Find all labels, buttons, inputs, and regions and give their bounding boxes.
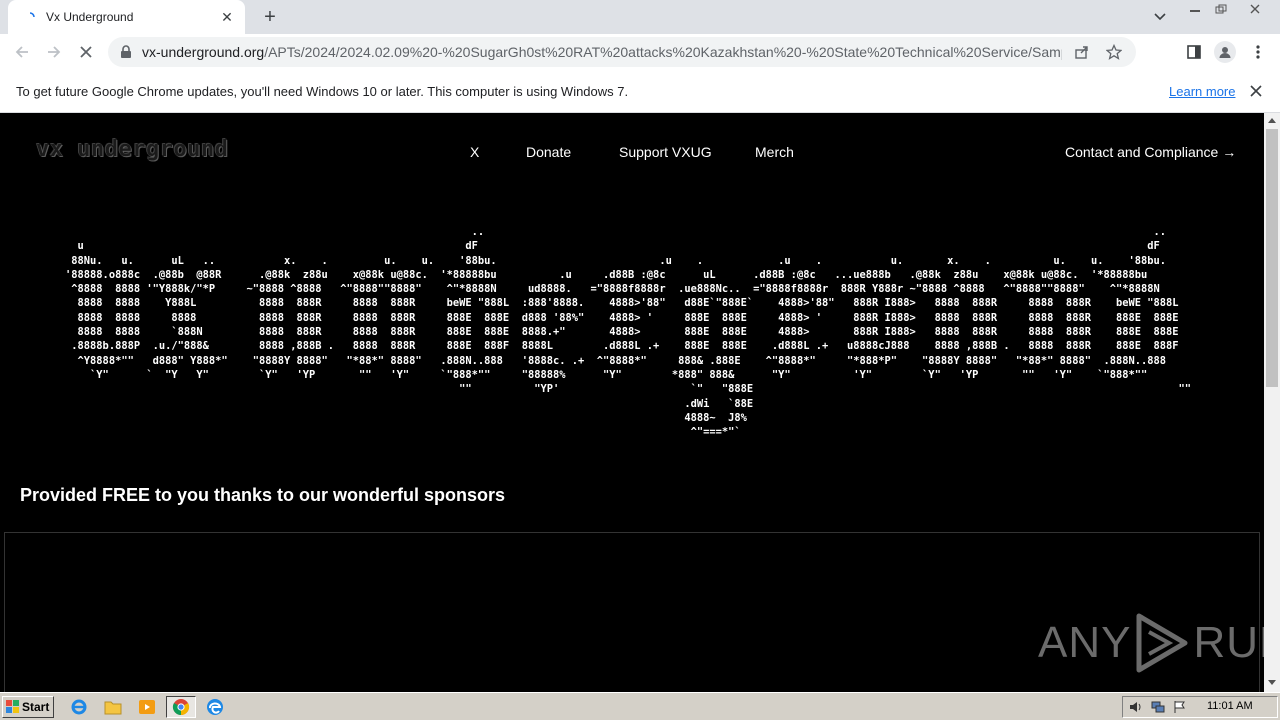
- chrome-taskbar-icon[interactable]: [166, 696, 196, 718]
- tab-strip: Vx Underground ✕ +: [0, 0, 1280, 34]
- forward-arrow-icon[interactable]: [42, 40, 66, 64]
- scroll-up-arrow-icon[interactable]: [1264, 113, 1280, 127]
- site-logo[interactable]: vx underground: [36, 137, 228, 162]
- url-text[interactable]: vx-underground.org/APTs/2024/2024.02.09%…: [142, 44, 1062, 60]
- media-player-icon[interactable]: [134, 696, 160, 718]
- profile-avatar[interactable]: [1213, 40, 1237, 64]
- anyrun-watermark: ANY RUN: [1038, 609, 1264, 677]
- browser-toolbar: vx-underground.org/APTs/2024/2024.02.09%…: [0, 34, 1280, 71]
- kebab-menu-icon[interactable]: [1246, 40, 1270, 64]
- stop-loading-icon[interactable]: [74, 40, 98, 64]
- tab-search-chevron-icon[interactable]: [1150, 7, 1170, 27]
- scroll-down-arrow-icon[interactable]: [1264, 676, 1280, 690]
- lock-icon[interactable]: [118, 44, 134, 60]
- speaker-icon[interactable]: [1127, 698, 1145, 716]
- play-triangle-icon: [1133, 612, 1191, 674]
- learn-more-link[interactable]: Learn more: [1169, 84, 1235, 99]
- url-host: vx-underground.org: [142, 44, 265, 60]
- new-tab-button[interactable]: +: [258, 5, 282, 29]
- system-tray: 11:01 AM: [1122, 696, 1278, 718]
- nav-link-donate[interactable]: Donate: [526, 144, 571, 160]
- nav-link-contact[interactable]: Contact and Compliance →: [1065, 144, 1236, 160]
- vertical-scrollbar[interactable]: [1264, 113, 1280, 692]
- window-close-icon[interactable]: [1240, 1, 1270, 17]
- share-icon[interactable]: [1070, 40, 1094, 64]
- infobar-close-icon[interactable]: [1248, 83, 1264, 99]
- taskbar-clock[interactable]: 11:01 AM: [1207, 700, 1253, 712]
- ascii-art-banner: .. .. u dF dF 88Nu. u. uL .. x. . u. u. …: [65, 226, 1192, 439]
- edge-icon[interactable]: [202, 696, 228, 718]
- infobar-message: To get future Google Chrome updates, you…: [16, 84, 629, 99]
- side-panel-icon[interactable]: [1182, 40, 1206, 64]
- url-path: /APTs/2024/2024.02.09%20-%20SugarGh0st%2…: [264, 44, 1062, 60]
- watermark-left-text: ANY: [1038, 618, 1132, 667]
- bookmark-star-icon[interactable]: [1102, 40, 1126, 64]
- start-label: Start: [22, 700, 50, 714]
- watermark-right-text: RUN: [1193, 618, 1264, 667]
- page-viewport: vx underground X Donate Support VXUG Mer…: [0, 113, 1264, 692]
- restore-icon[interactable]: [1208, 1, 1234, 17]
- internet-explorer-icon[interactable]: [66, 696, 92, 718]
- action-center-flag-icon[interactable]: [1171, 698, 1189, 716]
- network-icon[interactable]: [1149, 698, 1167, 716]
- windows-taskbar: Start 11:01 AM: [0, 692, 1280, 720]
- minimize-icon[interactable]: [1182, 1, 1208, 17]
- tab-close-icon[interactable]: ✕: [219, 9, 235, 25]
- sponsors-heading: Provided FREE to you thanks to our wonde…: [20, 485, 506, 505]
- loading-favicon-icon: [22, 9, 38, 25]
- browser-tab[interactable]: Vx Underground ✕: [8, 0, 245, 34]
- file-explorer-icon[interactable]: [100, 696, 126, 718]
- nav-link-x[interactable]: X: [470, 144, 479, 160]
- nav-link-merch[interactable]: Merch: [755, 144, 794, 160]
- address-bar[interactable]: vx-underground.org/APTs/2024/2024.02.09%…: [108, 37, 1136, 67]
- nav-link-support[interactable]: Support VXUG: [619, 144, 712, 160]
- tab-title: Vx Underground: [46, 10, 134, 24]
- update-infobar: To get future Google Chrome updates, you…: [0, 71, 1280, 113]
- profile-person-icon: [1214, 41, 1236, 63]
- back-arrow-icon[interactable]: [10, 40, 34, 64]
- start-button[interactable]: Start: [2, 696, 54, 718]
- windows-logo-icon: [6, 700, 20, 714]
- scroll-thumb[interactable]: [1266, 129, 1278, 387]
